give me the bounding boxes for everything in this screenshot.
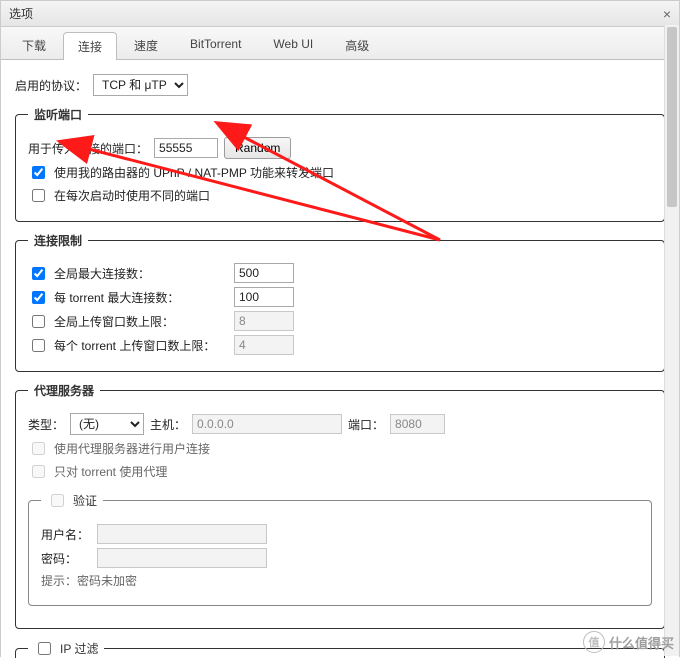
proxy-port-label: 端口： xyxy=(348,416,384,433)
vertical-scrollbar[interactable] xyxy=(664,25,679,656)
global-max-checkbox[interactable] xyxy=(32,267,45,280)
proxy-type-label: 类型： xyxy=(28,416,64,433)
dialog-body: 启用的协议： TCP 和 μTP 监听端口 用于传入连接的端口： Random … xyxy=(1,60,679,658)
per-torrent-max-row[interactable]: 每 torrent 最大连接数： xyxy=(28,288,228,307)
global-max-label: 全局最大连接数： xyxy=(54,265,150,282)
proxy-user-input xyxy=(97,524,267,544)
proxy-auth-toggle: 验证 xyxy=(47,491,97,510)
tab-bar: 下载 连接 速度 BitTorrent Web UI 高级 xyxy=(1,27,679,60)
global-upload-checkbox[interactable] xyxy=(32,315,45,328)
ipfilter-legend: IP 过滤 xyxy=(28,639,104,658)
per-torrent-upload-label: 每个 torrent 上传窗口数上限： xyxy=(54,337,215,354)
proxy-host-input xyxy=(192,414,342,434)
tab-speed[interactable]: 速度 xyxy=(119,31,173,59)
proxy-legend: 代理服务器 xyxy=(28,382,100,399)
close-icon[interactable]: × xyxy=(663,6,671,22)
random-on-start-label: 在每次启动时使用不同的端口 xyxy=(54,187,210,204)
random-on-start-row[interactable]: 在每次启动时使用不同的端口 xyxy=(28,186,210,205)
proxy-auth-group: 验证 用户名： 密码： 提示：密码未加密 xyxy=(28,491,652,606)
titlebar: 选项 × xyxy=(1,1,679,27)
connection-limits-group: 连接限制 全局最大连接数： 每 torrent 最大连接数： 全局上传窗口数上 xyxy=(15,232,665,372)
proxy-type-select[interactable]: (无) xyxy=(70,413,144,435)
per-torrent-max-checkbox[interactable] xyxy=(32,291,45,304)
scrollbar-thumb[interactable] xyxy=(667,27,677,207)
proxy-peer-label: 使用代理服务器进行用户连接 xyxy=(54,440,210,457)
global-upload-input xyxy=(234,311,294,331)
proxy-peer-row: 使用代理服务器进行用户连接 xyxy=(28,439,210,458)
proxy-auth-legend: 验证 xyxy=(41,491,103,510)
ipfilter-group: IP 过滤 过滤规则路径 (.dat, .p2p, .p2b)： 匹配 trac… xyxy=(15,639,665,658)
limits-legend: 连接限制 xyxy=(28,232,88,249)
proxy-host-label: 主机： xyxy=(150,416,186,433)
port-input[interactable] xyxy=(154,138,218,158)
proxy-pass-input xyxy=(97,548,267,568)
proxy-torrent-only-label: 只对 torrent 使用代理 xyxy=(54,463,167,480)
ipfilter-toggle[interactable]: IP 过滤 xyxy=(34,639,98,658)
per-torrent-upload-row[interactable]: 每个 torrent 上传窗口数上限： xyxy=(28,336,228,355)
proxy-torrent-only-row: 只对 torrent 使用代理 xyxy=(28,462,167,481)
proxy-port-input xyxy=(390,414,445,434)
tab-download[interactable]: 下载 xyxy=(7,31,61,59)
proxy-peer-checkbox xyxy=(32,442,45,455)
upnp-checkbox[interactable] xyxy=(32,166,45,179)
protocol-row: 启用的协议： TCP 和 μTP xyxy=(15,74,665,96)
upnp-checkbox-row[interactable]: 使用我的路由器的 UPnP / NAT-PMP 功能来转发端口 xyxy=(28,163,334,182)
global-max-input[interactable] xyxy=(234,263,294,283)
upnp-label: 使用我的路由器的 UPnP / NAT-PMP 功能来转发端口 xyxy=(54,164,334,181)
port-label: 用于传入连接的端口： xyxy=(28,140,148,157)
protocol-select[interactable]: TCP 和 μTP xyxy=(93,74,188,96)
options-dialog: 选项 × 下载 连接 速度 BitTorrent Web UI 高级 启用的协议… xyxy=(0,0,680,657)
protocol-label: 启用的协议： xyxy=(15,77,87,94)
per-torrent-max-label: 每 torrent 最大连接数： xyxy=(54,289,179,306)
proxy-user-label: 用户名： xyxy=(41,526,91,543)
listening-port-group: 监听端口 用于传入连接的端口： Random 使用我的路由器的 UPnP / N… xyxy=(15,106,665,222)
tab-connection[interactable]: 连接 xyxy=(63,32,117,60)
proxy-group: 代理服务器 类型： (无) 主机： 端口： 使用代理服务器进行用户连接 xyxy=(15,382,665,629)
dialog-title: 选项 xyxy=(9,5,33,22)
global-upload-row[interactable]: 全局上传窗口数上限： xyxy=(28,312,228,331)
ipfilter-checkbox[interactable] xyxy=(38,642,51,655)
listening-legend: 监听端口 xyxy=(28,106,88,123)
tab-webui[interactable]: Web UI xyxy=(258,31,328,59)
per-torrent-upload-checkbox[interactable] xyxy=(32,339,45,352)
global-max-row[interactable]: 全局最大连接数： xyxy=(28,264,228,283)
proxy-auth-hint: 提示：密码未加密 xyxy=(41,572,639,589)
per-torrent-max-input[interactable] xyxy=(234,287,294,307)
random-port-button[interactable]: Random xyxy=(224,137,291,159)
tab-bittorrent[interactable]: BitTorrent xyxy=(175,31,256,59)
random-on-start-checkbox[interactable] xyxy=(32,189,45,202)
proxy-pass-label: 密码： xyxy=(41,550,91,567)
global-upload-label: 全局上传窗口数上限： xyxy=(54,313,174,330)
per-torrent-upload-input xyxy=(234,335,294,355)
tab-advanced[interactable]: 高级 xyxy=(330,31,384,59)
proxy-torrent-only-checkbox xyxy=(32,465,45,478)
proxy-auth-checkbox xyxy=(51,494,64,507)
